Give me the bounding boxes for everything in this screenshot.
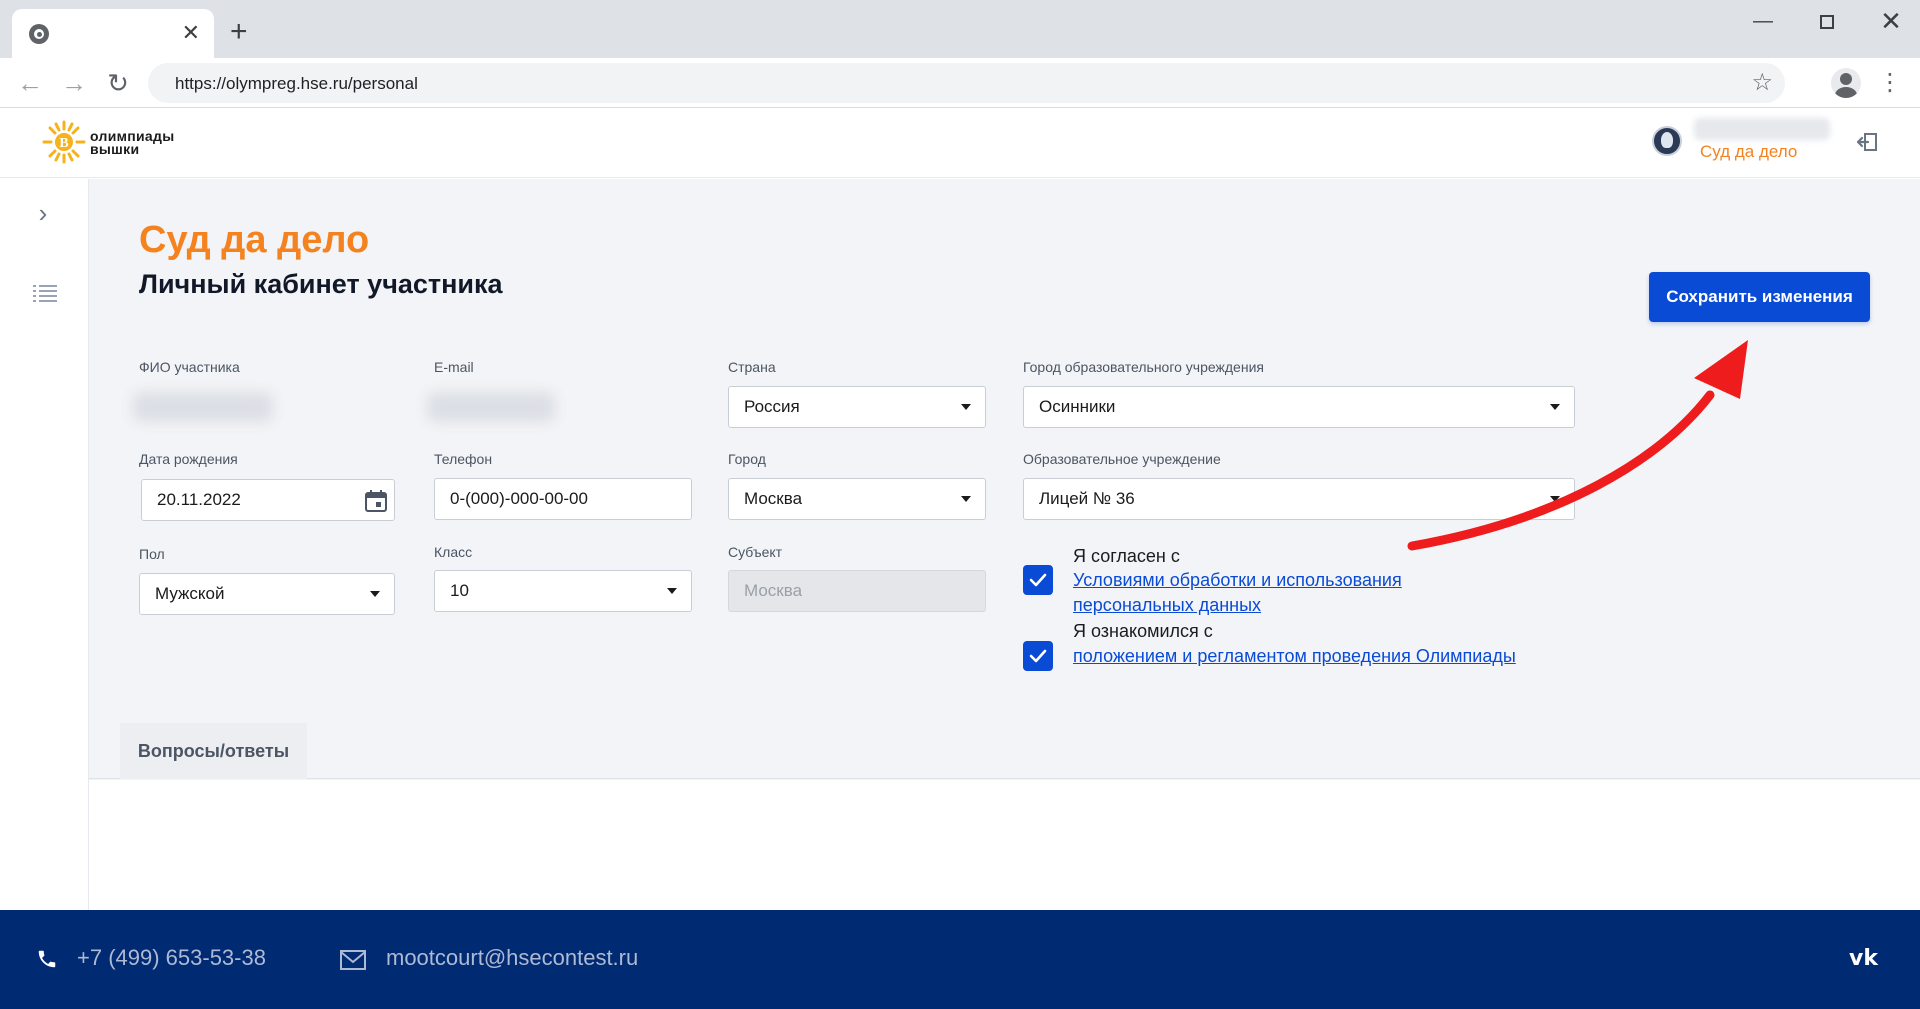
region-input-disabled: Москва	[728, 570, 986, 612]
user-name-redacted	[1694, 118, 1830, 140]
phone-label: Телефон	[434, 451, 493, 467]
dropdown-caret-icon	[1550, 404, 1560, 410]
school-select[interactable]: Лицей № 36	[1023, 478, 1575, 520]
window-maximize-icon[interactable]	[1804, 8, 1850, 34]
reload-icon[interactable]: ↻	[103, 68, 133, 98]
consent-rules-link[interactable]: положением и регламентом проведения Олим…	[1073, 644, 1516, 669]
country-label: Страна	[728, 359, 776, 375]
new-tab-button[interactable]: +	[230, 17, 248, 47]
browser-toolbar: ← → ↻ https://olympreg.hse.ru/personal ☆…	[0, 58, 1920, 108]
city-value: Москва	[744, 489, 803, 508]
city-select[interactable]: Москва	[728, 478, 986, 520]
list-menu-icon[interactable]	[33, 284, 57, 302]
country-select[interactable]: Россия	[728, 386, 986, 428]
country-value: Россия	[744, 397, 800, 416]
chrome-favicon-icon	[29, 24, 49, 44]
browser-tabstrip: ✕ + — ✕	[0, 0, 1920, 58]
school-city-value: Осинники	[1039, 397, 1116, 416]
dropdown-caret-icon	[370, 591, 380, 597]
consent-data-text: Я согласен с	[1073, 546, 1180, 566]
tab-content-area	[89, 780, 1920, 910]
logo-text: олимпиады вышки	[90, 128, 175, 157]
phone-value: 0-(000)-000-00-00	[450, 489, 588, 508]
fio-label: ФИО участника	[139, 359, 240, 375]
browser-menu-icon[interactable]: ⋮	[1878, 70, 1902, 96]
tab-close-icon[interactable]: ✕	[182, 21, 200, 45]
email-label: E-mail	[434, 359, 474, 375]
user-team-link[interactable]: Суд да дело	[1700, 142, 1797, 162]
grade-label: Класс	[434, 544, 473, 560]
sidebar-expand-chevron-icon[interactable]: ›	[30, 200, 56, 227]
sun-logo-icon: В	[42, 120, 86, 164]
user-avatar[interactable]	[1652, 126, 1682, 156]
mail-icon	[340, 950, 366, 970]
main-content: Суд да дело Личный кабинет участника Сох…	[89, 179, 1920, 910]
site-footer: +7 (499) 653-53-38 mootcourt@hsecontest.…	[0, 910, 1920, 1009]
checkmark-icon	[1029, 573, 1047, 587]
save-changes-button[interactable]: Сохранить изменения	[1649, 272, 1870, 322]
site-header: В олимпиады вышки Суд да дело	[0, 108, 1920, 178]
browser-tab[interactable]: ✕	[12, 9, 214, 58]
svg-text:В: В	[59, 136, 68, 151]
birthdate-label: Дата рождения	[139, 451, 238, 467]
checkmark-icon	[1029, 649, 1047, 663]
consent-rules-text: Я ознакомился с	[1073, 621, 1213, 641]
gender-label: Пол	[139, 546, 165, 562]
gender-select[interactable]: Мужской	[139, 573, 395, 615]
footer-email[interactable]: mootcourt@hsecontest.ru	[386, 945, 638, 971]
footer-phone[interactable]: +7 (499) 653-53-38	[77, 945, 266, 971]
dropdown-caret-icon	[961, 496, 971, 502]
school-city-label: Город образовательного учреждения	[1023, 359, 1264, 375]
school-value: Лицей № 36	[1039, 489, 1135, 508]
tabs-bar: Вопросы/ответы	[89, 723, 1920, 779]
olympiad-logo[interactable]: В олимпиады вышки	[42, 120, 202, 166]
back-arrow-icon[interactable]: ←	[15, 68, 45, 98]
forward-arrow-icon[interactable]: →	[59, 68, 89, 98]
dropdown-caret-icon	[667, 588, 677, 594]
team-name-heading: Суд да дело	[139, 219, 370, 261]
consent-rules-checkbox[interactable]	[1023, 641, 1053, 671]
email-value-redacted	[427, 392, 555, 422]
address-bar[interactable]: https://olympreg.hse.ru/personal ☆	[148, 63, 1785, 103]
page-title: Личный кабинет участника	[139, 269, 503, 299]
region-value: Москва	[744, 581, 803, 600]
vk-icon[interactable]: vk	[1849, 946, 1878, 971]
region-label: Субъект	[728, 544, 783, 560]
grade-value: 10	[450, 581, 469, 600]
phone-input[interactable]: 0-(000)-000-00-00	[434, 478, 692, 520]
birthdate-input[interactable]: 20.11.2022	[141, 479, 395, 521]
dropdown-caret-icon	[1550, 496, 1560, 502]
fio-value-redacted	[133, 392, 273, 422]
dropdown-caret-icon	[961, 404, 971, 410]
window-close-icon[interactable]: ✕	[1868, 8, 1914, 34]
bookmark-star-icon[interactable]: ☆	[1751, 70, 1773, 96]
city-label: Город	[728, 451, 766, 467]
grade-select[interactable]: 10	[434, 570, 692, 612]
school-label: Образовательное учреждение	[1023, 451, 1221, 467]
address-url[interactable]: https://olympreg.hse.ru/personal	[175, 74, 418, 94]
school-city-select[interactable]: Осинники	[1023, 386, 1575, 428]
window-minimize-icon[interactable]: —	[1740, 8, 1786, 34]
tab-questions-answers[interactable]: Вопросы/ответы	[120, 723, 307, 779]
phone-icon	[38, 950, 56, 968]
calendar-icon[interactable]	[364, 489, 388, 513]
logout-icon[interactable]	[1856, 132, 1878, 152]
consent-data-link[interactable]: Условиями обработки и использования перс…	[1073, 568, 1402, 618]
birthdate-value: 20.11.2022	[157, 490, 241, 509]
consent-data-checkbox[interactable]	[1023, 565, 1053, 595]
gender-value: Мужской	[155, 584, 225, 603]
sidebar: ›	[0, 179, 89, 910]
browser-profile-icon[interactable]	[1831, 68, 1861, 98]
